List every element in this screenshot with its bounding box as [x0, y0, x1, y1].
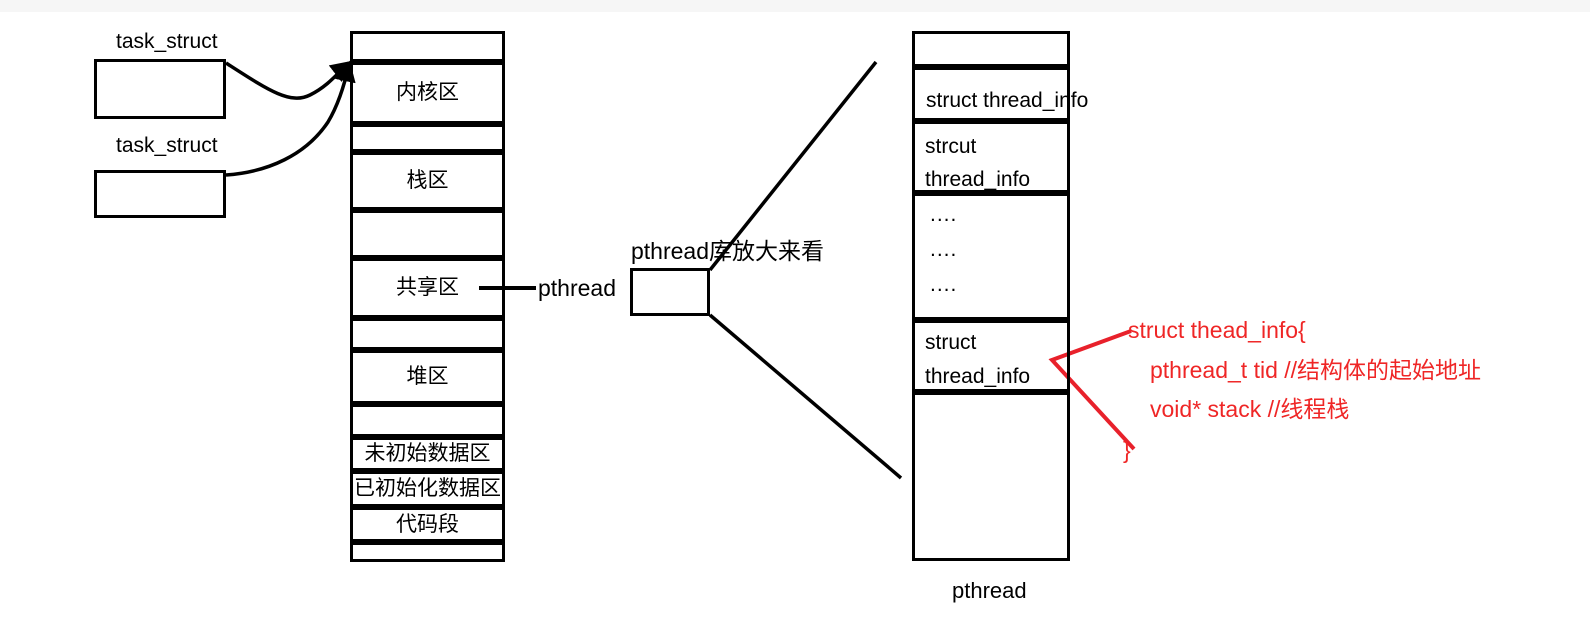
memory-region-label: 共享区: [396, 276, 459, 300]
detail-row-strcut-line-1: strcut: [925, 135, 977, 158]
memory-region-bss[interactable]: 未初始数据区: [350, 437, 505, 471]
task-struct-box-2[interactable]: [94, 170, 226, 218]
memory-region-stack[interactable]: 栈区: [350, 152, 505, 210]
annotation-line-3: void* stack //线程栈: [1150, 396, 1350, 422]
pthread-pointer-label: pthread: [538, 275, 617, 301]
memory-region-label: 栈区: [406, 169, 449, 193]
memory-region-gap-3[interactable]: [350, 318, 505, 350]
connector-task-struct-1: [225, 60, 352, 100]
memory-region-label: 内核区: [396, 81, 459, 105]
memory-region-kernel[interactable]: 内核区: [350, 62, 505, 124]
detail-ellipsis-2: ....: [930, 238, 958, 261]
annotation-line-2: pthread_t tid //结构体的起始地址: [1150, 357, 1482, 383]
memory-region-heap[interactable]: 堆区: [350, 350, 505, 404]
annotation-line-1: struct thead_info{: [1128, 317, 1306, 343]
pthread-lib-box[interactable]: [630, 268, 710, 316]
memory-region-shared[interactable]: 共享区: [350, 258, 505, 318]
memory-region-label: 堆区: [406, 365, 449, 389]
detail-ellipsis-3: ....: [930, 273, 958, 296]
memory-region-label: 代码段: [396, 512, 459, 536]
detail-ellipsis-1: ....: [930, 203, 958, 226]
pthread-detail-bottom-label: pthread: [952, 578, 1027, 603]
annotation-line-4: }: [1123, 437, 1131, 463]
memory-region-data[interactable]: 已初始化数据区: [350, 471, 505, 507]
memory-region-gap-2[interactable]: [350, 210, 505, 258]
memory-region-blank-bottom[interactable]: [350, 542, 505, 562]
memory-region-gap-1[interactable]: [350, 124, 505, 152]
task-struct-label-2: task_struct: [116, 134, 218, 157]
detail-row-struct-2-line-1: struct: [925, 331, 977, 354]
detail-row-struct-2-line-2: thread_info: [925, 365, 1031, 388]
memory-region-text[interactable]: 代码段: [350, 507, 505, 542]
detail-row-strcut-line-2: thread_info: [925, 168, 1031, 191]
detail-row-blank-bottom[interactable]: [912, 392, 1070, 561]
memory-region-label: 未初始数据区: [364, 442, 491, 466]
connector-layer: [225, 60, 1136, 480]
pthread-lib-caption: pthread库放大来看: [631, 238, 825, 264]
memory-region-blank-top[interactable]: [350, 31, 505, 62]
memory-region-gap-4[interactable]: [350, 404, 505, 437]
memory-region-label: 已初始化数据区: [354, 477, 501, 501]
task-struct-box-1[interactable]: [94, 59, 226, 119]
diagram-canvas: task_struct task_struct 内核区 栈区 共享区 堆区 未初…: [0, 0, 1590, 620]
detail-row-blank-top[interactable]: [912, 31, 1070, 67]
detail-row-struct-thread-info-1-text: struct thread_info: [926, 89, 1089, 112]
expansion-line-lower: [708, 313, 903, 480]
task-struct-label-1: task_struct: [116, 30, 218, 53]
